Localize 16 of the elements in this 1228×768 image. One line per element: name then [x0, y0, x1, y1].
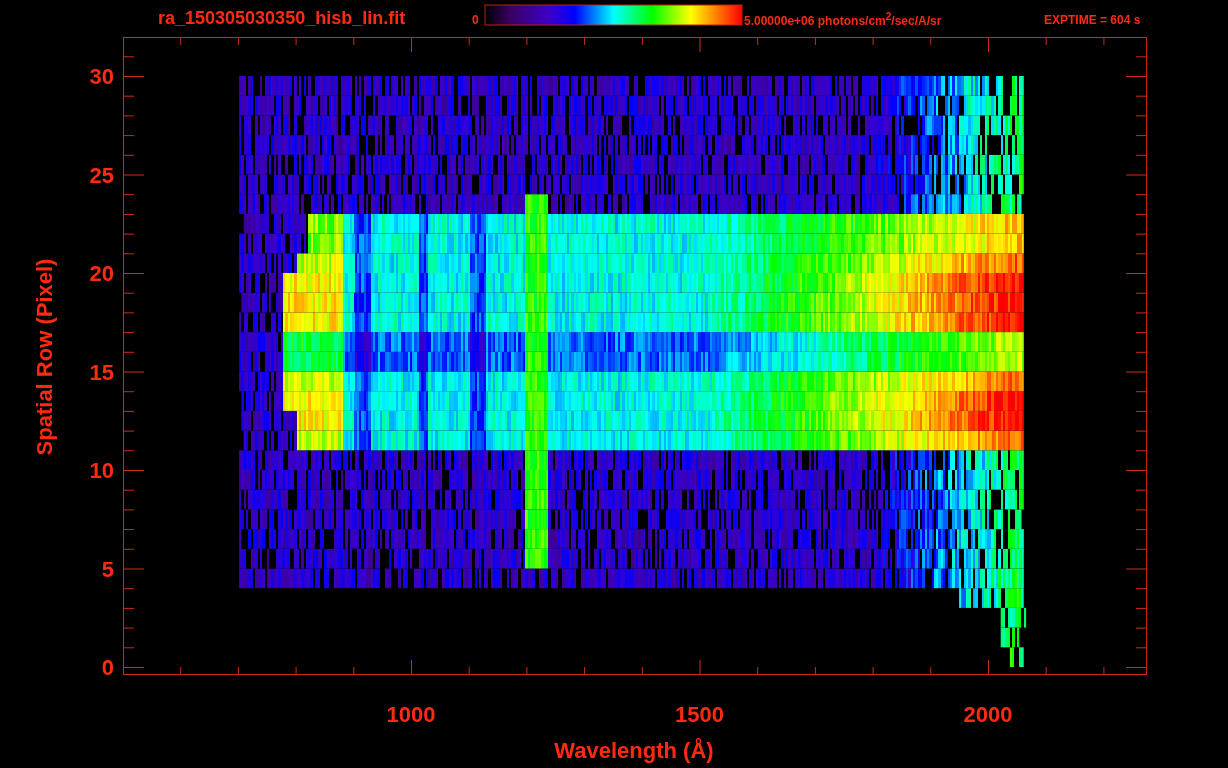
y-tick-label: 10 [89, 458, 114, 483]
y-tick-label: 20 [89, 261, 114, 286]
y-tick-label: 25 [89, 162, 114, 188]
x-tick-label: 2000 [963, 702, 1013, 727]
y-tick-label: 15 [89, 359, 114, 385]
x-tick-label: 1000 [386, 702, 436, 727]
exposure-time-label: EXPTIME = 604 s [1044, 13, 1141, 27]
x-axis-title: Wavelength (Å) [554, 738, 714, 763]
plot-title: ra_150305030350_hisb_lin.fit [158, 8, 406, 28]
x-tick-label: 1500 [675, 702, 724, 727]
y-tick-label: 0 [101, 655, 114, 680]
y-axis-title: Spatial Row (Pixel) [32, 258, 57, 456]
colorbar-min-label: 0 [472, 13, 479, 27]
y-tick-label: 30 [89, 64, 114, 89]
y-tick-label: 5 [101, 556, 114, 582]
colorbar-max-label: 5.00000e+06 photons/cm$^{2}$/sec/A/sr [744, 10, 942, 28]
